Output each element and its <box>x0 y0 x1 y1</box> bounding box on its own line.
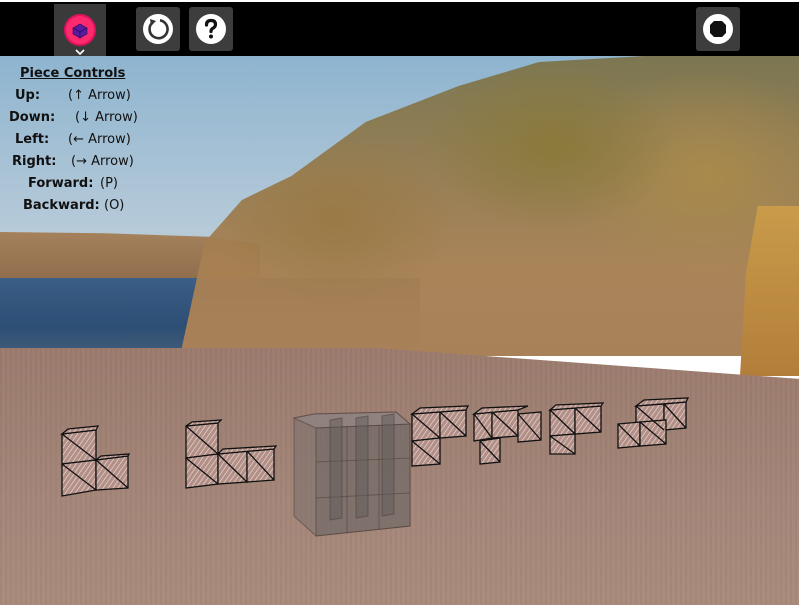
step-piece[interactable] <box>548 402 605 455</box>
control-key-label: Up: <box>15 88 41 103</box>
stop-icon <box>703 14 733 44</box>
piece-selector-button[interactable] <box>54 4 106 56</box>
square-piece[interactable] <box>409 405 470 467</box>
top-toolbar <box>0 2 799 56</box>
corner-piece[interactable] <box>617 397 690 449</box>
control-row-forward: Forward: (P) <box>0 176 160 196</box>
help-button[interactable] <box>189 7 233 51</box>
control-key-label: Right: <box>12 154 57 169</box>
control-row-backward: Backward: (O) <box>0 198 160 218</box>
piece-controls-title: Piece Controls <box>20 66 126 81</box>
long-l-piece[interactable] <box>185 419 278 489</box>
control-key-value: (↓ Arrow) <box>75 110 138 125</box>
control-key-label: Left: <box>15 132 50 147</box>
question-icon <box>196 14 226 44</box>
control-row-left: Left: (← Arrow) <box>0 132 160 152</box>
pink-cube-icon <box>64 14 96 46</box>
reset-icon <box>143 14 173 44</box>
game-window: Piece Controls Up: (↑ Arrow) Down: (↓ Ar… <box>0 0 799 605</box>
control-key-value: (→ Arrow) <box>71 154 134 169</box>
control-key-label: Backward: <box>23 198 100 213</box>
control-key-label: Forward: <box>28 176 94 191</box>
stop-button[interactable] <box>696 7 740 51</box>
control-row-right: Right: (→ Arrow) <box>0 154 160 174</box>
control-key-value: (O) <box>104 198 125 213</box>
chevron-down-icon <box>75 49 85 55</box>
control-key-value: (↑ Arrow) <box>68 88 131 103</box>
reset-button[interactable] <box>136 7 180 51</box>
piece-controls-panel: Piece Controls Up: (↑ Arrow) Down: (↓ Ar… <box>0 64 160 224</box>
t-piece[interactable] <box>471 405 542 465</box>
control-key-value: (← Arrow) <box>68 132 131 147</box>
control-key-value: (P) <box>100 176 118 191</box>
control-row-up: Up: (↑ Arrow) <box>0 88 160 108</box>
l-piece[interactable] <box>59 425 131 497</box>
control-key-label: Down: <box>9 110 56 125</box>
target-cube[interactable] <box>292 411 412 537</box>
control-row-down: Down: (↓ Arrow) <box>0 110 160 130</box>
